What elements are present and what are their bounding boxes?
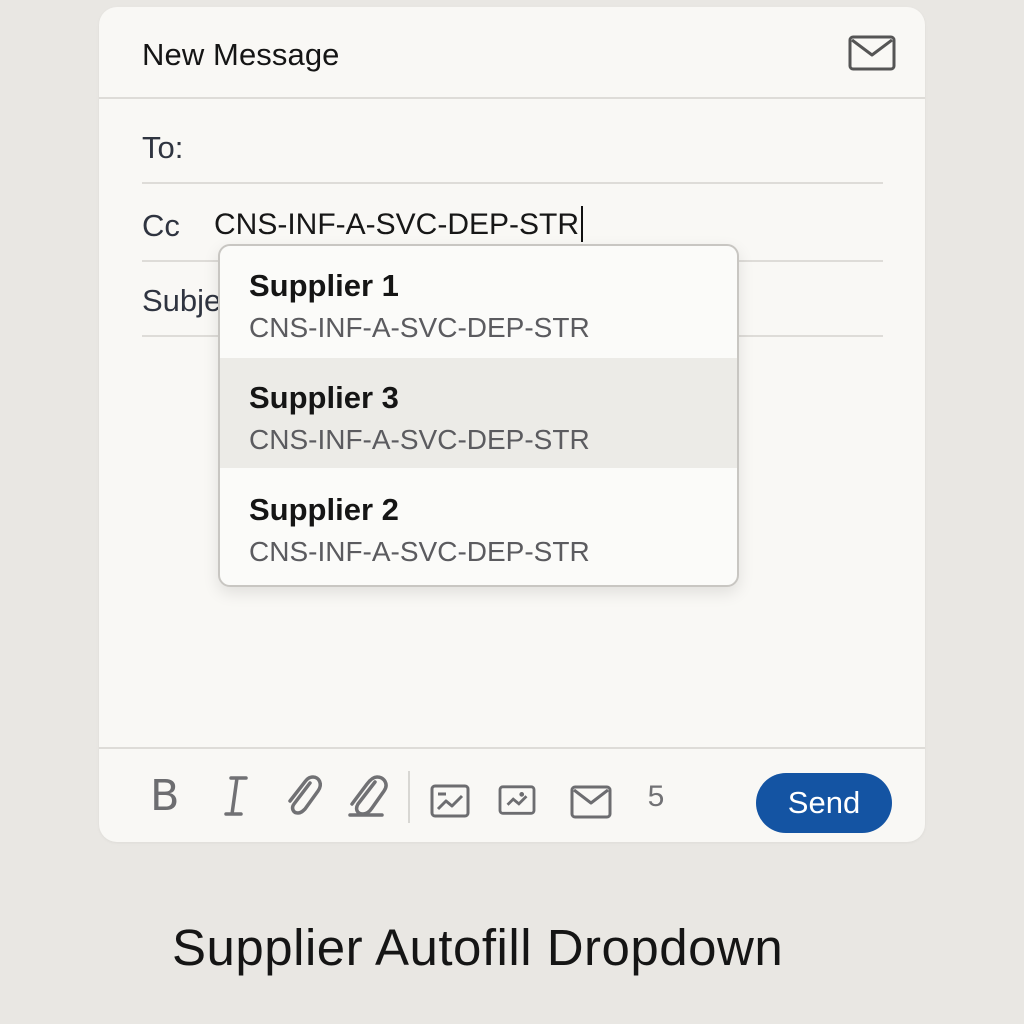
supplier-autofill-dropdown: Supplier 1 CNS-INF-A-SVC-DEP-STR Supplie…: [218, 244, 739, 587]
number-button[interactable]: 5: [644, 780, 668, 814]
formatting-toolbar: B 5 Send: [99, 747, 925, 844]
bold-button[interactable]: B: [150, 771, 184, 821]
supplier-email: CNS-INF-A-SVC-DEP-STR: [249, 536, 590, 567]
image-icon[interactable]: [430, 783, 470, 819]
supplier-email: CNS-INF-A-SVC-DEP-STR: [249, 424, 590, 455]
toolbar-separator: [408, 771, 410, 823]
envelope-icon[interactable]: [570, 785, 612, 819]
to-field[interactable]: To:: [142, 105, 883, 184]
to-input[interactable]: [196, 130, 846, 168]
send-button[interactable]: Send: [756, 773, 892, 833]
supplier-email: CNS-INF-A-SVC-DEP-STR: [249, 312, 590, 343]
subject-label: Subje: [142, 283, 222, 318]
supplier-name: Supplier 3: [249, 380, 399, 415]
image-icon[interactable]: [497, 784, 537, 818]
to-label: To:: [142, 130, 184, 165]
supplier-option-highlighted[interactable]: Supplier 3 CNS-INF-A-SVC-DEP-STR: [220, 358, 737, 468]
message-title: New Message: [142, 37, 340, 72]
cc-label: Cc: [142, 208, 180, 243]
cc-input[interactable]: CNS-INF-A-SVC-DEP-STR: [214, 206, 583, 242]
envelope-icon: [848, 35, 896, 71]
supplier-name: Supplier 2: [249, 492, 399, 527]
supplier-option[interactable]: Supplier 1 CNS-INF-A-SVC-DEP-STR: [220, 246, 737, 356]
paperclip-icon[interactable]: [345, 772, 389, 820]
italic-icon[interactable]: [219, 773, 253, 819]
supplier-name: Supplier 1: [249, 268, 399, 303]
paperclip-icon[interactable]: [282, 773, 324, 819]
message-header: New Message: [99, 7, 925, 99]
page-caption: Supplier Autofill Dropdown: [172, 919, 784, 976]
supplier-option[interactable]: Supplier 2 CNS-INF-A-SVC-DEP-STR: [220, 470, 737, 580]
